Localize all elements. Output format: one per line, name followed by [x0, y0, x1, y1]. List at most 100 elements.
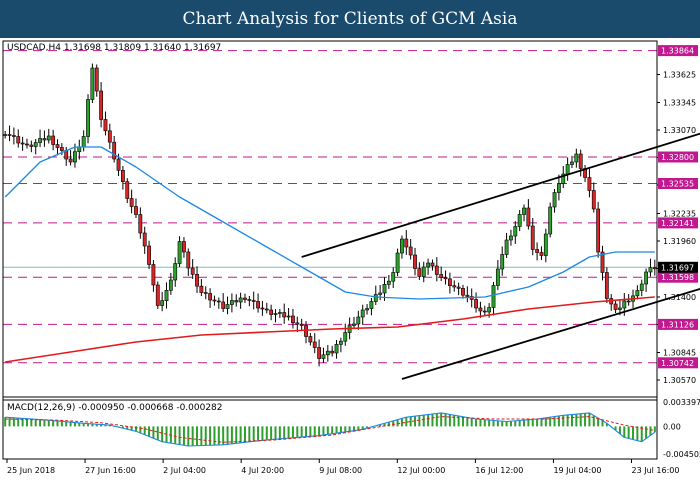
macd-histogram-bar [645, 426, 648, 439]
candle-body [195, 274, 199, 287]
candle-body [504, 239, 509, 255]
x-tick-label: 12 Jul 00:00 [397, 466, 445, 475]
macd-histogram-bar [483, 419, 486, 427]
candle-body [421, 266, 426, 277]
candle-body [99, 90, 104, 120]
candle-body [517, 214, 522, 227]
candle-body [591, 190, 596, 210]
symbol-header: USDCAD,H4 1.31698 1.31809 1.31640 1.3169… [7, 43, 221, 53]
candle-body [461, 288, 465, 296]
macd-histogram-bar [230, 426, 233, 444]
candle-body [509, 235, 513, 241]
candle-body [447, 278, 452, 286]
macd-histogram-bar [39, 419, 42, 427]
macd-histogram-bar [283, 426, 286, 439]
macd-histogram-bar [69, 422, 72, 427]
macd-histogram-bar [191, 426, 194, 446]
candle-body [225, 304, 230, 309]
candle-body [343, 332, 348, 342]
macd-header: MACD(12,26,9) -0.000950 -0.000668 -0.000… [7, 403, 223, 413]
candle-body [142, 232, 147, 247]
level-price-label: 1.31598 [661, 273, 694, 282]
candle-body [644, 271, 649, 285]
macd-histogram-bar [575, 414, 578, 427]
macd-histogram-bar [509, 421, 512, 427]
candle-body [382, 284, 387, 294]
macd-histogram-bar [579, 413, 582, 427]
candle-body [321, 354, 326, 359]
candle-body [426, 262, 431, 268]
y-tick-label: 1.30570 [663, 376, 696, 385]
macd-histogram-bar [318, 426, 321, 436]
x-tick-label: 25 Jun 2018 [7, 466, 55, 475]
candle-body [116, 158, 121, 171]
candle-body [395, 252, 400, 273]
macd-histogram-bar [52, 420, 55, 427]
candle-body [138, 214, 143, 234]
candle-body [626, 300, 631, 303]
macd-histogram-bar [344, 426, 347, 432]
candle-body [86, 99, 90, 137]
candle-body [543, 233, 548, 256]
candle-body [330, 350, 335, 354]
macd-histogram-bar [588, 412, 591, 427]
candle-body [234, 300, 239, 303]
macd-histogram-bar [427, 414, 430, 427]
macd-histogram-bar [523, 420, 526, 427]
macd-histogram-bar [209, 426, 212, 446]
candle-body [404, 238, 409, 248]
macd-histogram-bar [139, 426, 142, 434]
macd-histogram-bar [431, 413, 434, 427]
macd-histogram-bar [182, 426, 185, 446]
macd-histogram-bar [196, 426, 199, 446]
macd-histogram-bar [152, 426, 155, 439]
candle-body [277, 312, 282, 314]
candle-body [365, 308, 369, 311]
macd-histogram-bar [161, 426, 164, 442]
candle-body [3, 134, 8, 136]
candle-body [417, 268, 422, 277]
candle-body [648, 267, 653, 273]
candle-body [652, 267, 657, 270]
macd-histogram-bar [540, 418, 543, 427]
candle-body [260, 307, 265, 310]
candle-body [373, 294, 378, 302]
macd-histogram-bar [496, 420, 499, 427]
macd-histogram-bar [492, 420, 495, 427]
candle-body [587, 177, 592, 191]
candle-body [325, 350, 330, 356]
candle-body [155, 284, 160, 306]
candle-body [216, 300, 221, 303]
candle-body [256, 301, 260, 309]
macd-histogram-bar [518, 420, 521, 427]
candle-body [73, 151, 77, 163]
candle-body [16, 136, 21, 144]
candle-body [129, 198, 134, 207]
candle-body [90, 67, 95, 100]
macd-histogram-bar [553, 416, 556, 427]
macd-histogram-bar [156, 426, 159, 440]
macd-histogram-bar [339, 426, 342, 433]
candle-body [208, 293, 213, 301]
macd-histogram-bar [252, 426, 255, 442]
candle-body [386, 280, 391, 285]
macd-histogram-bar [505, 421, 508, 427]
macd-histogram-bar [278, 426, 281, 439]
y-tick-label: 1.30845 [663, 349, 696, 358]
candle-body [622, 300, 627, 309]
candle-body [639, 283, 644, 291]
candle-body [299, 323, 304, 326]
candle-body [618, 307, 622, 310]
candle-body [604, 272, 609, 299]
macd-histogram-bar [653, 426, 656, 433]
macd-histogram-bar [60, 421, 63, 427]
candle-body [182, 241, 186, 253]
candle-body [526, 207, 531, 227]
macd-histogram-bar [243, 426, 246, 443]
macd-histogram-bar [313, 426, 316, 436]
candle-body [68, 158, 73, 163]
macd-histogram-bar [435, 413, 438, 427]
macd-histogram-bar [566, 414, 569, 427]
current-price-label: 1.31697 [661, 263, 694, 272]
macd-histogram-bar [226, 426, 229, 445]
